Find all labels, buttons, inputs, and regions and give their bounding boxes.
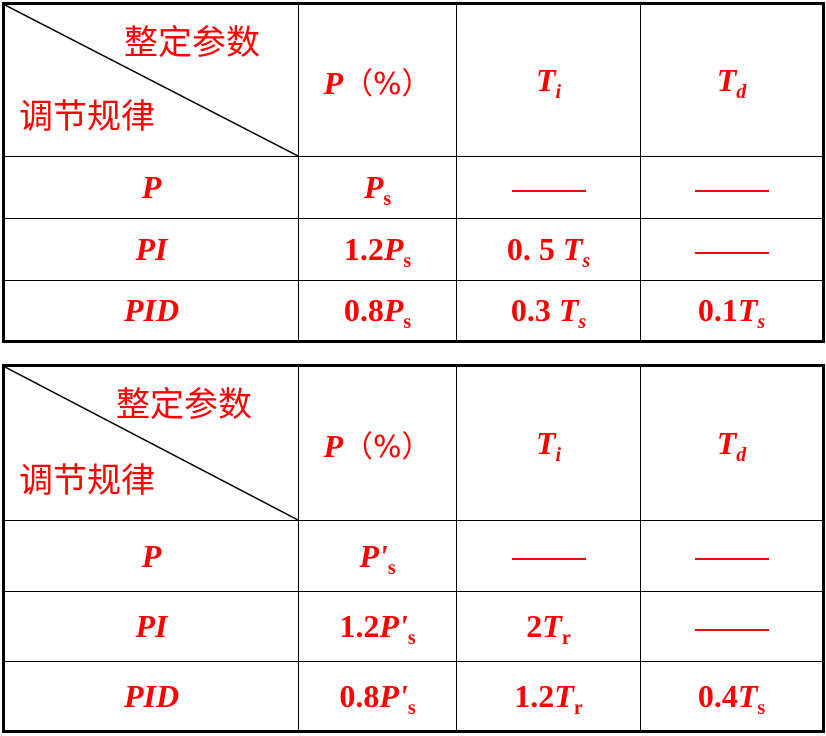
ti-cell: 1.2Tr xyxy=(456,661,641,732)
td-cell: 0.1Ts xyxy=(640,280,824,342)
corner-label-control-law: 调节规律 xyxy=(19,461,155,501)
header-row: 整定参数 调节规律 P（%） Ti Td xyxy=(3,365,824,521)
law-cell: PI xyxy=(3,218,299,281)
table-row: P Ps xyxy=(3,156,824,219)
corner-label-control-law: 调节规律 xyxy=(19,97,155,137)
not-applicable-dash xyxy=(694,628,769,631)
td-cell xyxy=(640,520,824,592)
td-cell: 0.4Ts xyxy=(640,661,824,732)
not-applicable-dash xyxy=(694,189,769,192)
not-applicable-dash xyxy=(694,558,769,561)
not-applicable-dash xyxy=(694,251,769,254)
law-cell: PID xyxy=(3,280,299,342)
ti-cell: 0. 5 Ts xyxy=(456,218,641,281)
ti-cell xyxy=(456,156,641,219)
header-p: P（%） xyxy=(298,365,457,521)
header-td: Td xyxy=(640,365,824,521)
corner-header-cell: 整定参数 调节规律 xyxy=(3,365,299,521)
p-cell: 1.2Ps xyxy=(298,218,457,281)
td-cell xyxy=(640,156,824,219)
table-row: PI 1.2Ps 0. 5 Ts xyxy=(3,218,824,281)
header-p: P（%） xyxy=(298,3,457,157)
corner-label-parameters: 整定参数 xyxy=(124,23,260,63)
law-cell: PI xyxy=(3,591,299,662)
law-cell: P xyxy=(3,520,299,592)
corner-header-cell: 整定参数 调节规律 xyxy=(3,3,299,157)
p-cell: 0.8Ps xyxy=(298,280,457,342)
p-cell: P's xyxy=(298,520,457,592)
ti-cell: 0.3 Ts xyxy=(456,280,641,342)
tuning-table-1: 整定参数 调节规律 P（%） Ti Td P Ps PI 1.2Ps 0. 5 … xyxy=(2,2,825,343)
table-row: P P's xyxy=(3,520,824,592)
law-cell: PID xyxy=(3,661,299,732)
law-cell: P xyxy=(3,156,299,219)
ti-cell xyxy=(456,520,641,592)
p-cell: Ps xyxy=(298,156,457,219)
td-cell xyxy=(640,591,824,662)
not-applicable-dash xyxy=(511,189,586,192)
table-row: PI 1.2P's 2Tr xyxy=(3,591,824,662)
header-row: 整定参数 调节规律 P（%） Ti Td xyxy=(3,3,824,157)
tuning-table-2: 整定参数 调节规律 P（%） Ti Td P P's PI 1.2P's 2Tr… xyxy=(2,364,825,733)
table-row: PID 0.8P's 1.2Tr 0.4Ts xyxy=(3,661,824,732)
header-td: Td xyxy=(640,3,824,157)
p-cell: 1.2P's xyxy=(298,591,457,662)
header-ti: Ti xyxy=(456,365,641,521)
table-row: PID 0.8Ps 0.3 Ts 0.1Ts xyxy=(3,280,824,342)
p-cell: 0.8P's xyxy=(298,661,457,732)
corner-label-parameters: 整定参数 xyxy=(116,385,252,425)
not-applicable-dash xyxy=(511,558,586,561)
ti-cell: 2Tr xyxy=(456,591,641,662)
td-cell xyxy=(640,218,824,281)
header-ti: Ti xyxy=(456,3,641,157)
